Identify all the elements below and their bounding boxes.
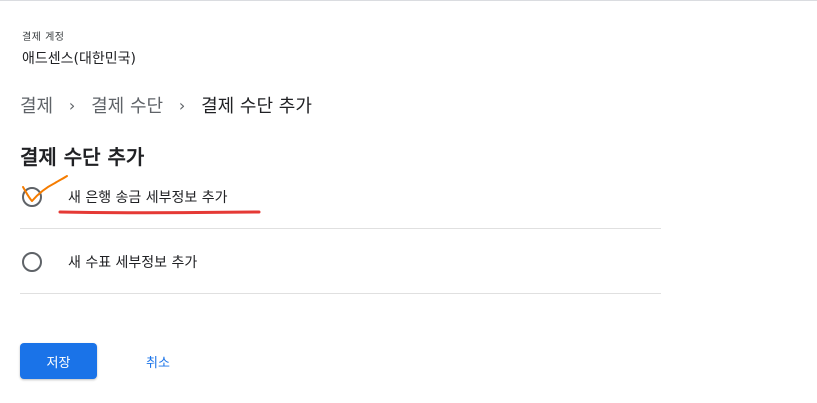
cancel-button[interactable]: 취소 — [128, 343, 188, 379]
option-bank-transfer[interactable]: 새 은행 송금 세부정보 추가 — [20, 165, 661, 229]
radio-button-bank-transfer[interactable] — [22, 186, 42, 207]
billing-account-label: 결제 계정 — [22, 32, 65, 43]
top-divider — [0, 0, 817, 1]
billing-account-name: 애드센스(대한민국) — [22, 51, 136, 67]
option-label-check: 새 수표 세부정보 추가 — [68, 254, 198, 271]
chevron-right-icon: › — [68, 95, 76, 115]
option-check[interactable]: 새 수표 세부정보 추가 — [20, 230, 661, 294]
breadcrumb: 결제 › 결제 수단 › 결제 수단 추가 — [20, 92, 312, 118]
breadcrumb-item-add-payment-method: 결제 수단 추가 — [201, 96, 312, 117]
breadcrumb-item-billing[interactable]: 결제 — [20, 92, 53, 118]
chevron-right-icon: › — [178, 95, 186, 115]
radio-button-check[interactable] — [22, 251, 42, 272]
breadcrumb-item-payment-methods[interactable]: 결제 수단 — [91, 92, 163, 118]
option-label-bank-transfer: 새 은행 송금 세부정보 추가 — [68, 189, 228, 206]
save-button[interactable]: 저장 — [20, 343, 97, 379]
